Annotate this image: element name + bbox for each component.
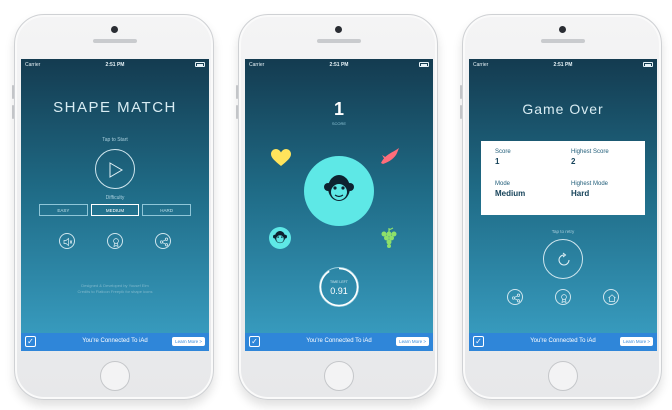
- volume-down-button: [236, 105, 238, 119]
- medal-icon: [561, 294, 567, 303]
- difficulty-medium-button[interactable]: MEDIUM: [90, 204, 140, 216]
- phone-menu: Carrier 2:51 PM SHAPE MATCH Tap to Start…: [12, 14, 214, 400]
- sound-button[interactable]: [59, 233, 75, 249]
- share-button[interactable]: [155, 233, 171, 249]
- target-circle[interactable]: [304, 156, 374, 226]
- status-bar: Carrier 2:51 PM: [245, 59, 433, 71]
- menu-icon-row: [59, 233, 171, 249]
- bird-icon: [381, 148, 399, 164]
- speaker-mute-icon: [63, 237, 73, 247]
- speaker: [541, 39, 585, 43]
- volume-up-button: [236, 85, 238, 99]
- front-camera: [111, 26, 118, 33]
- front-camera: [335, 26, 342, 33]
- volume-up-button: [460, 85, 462, 99]
- battery-icon: [643, 62, 653, 67]
- highest-mode-value: Hard: [571, 189, 590, 198]
- volume-up-button: [12, 85, 14, 99]
- gamecenter-button[interactable]: [555, 289, 571, 305]
- house-icon: [608, 294, 616, 302]
- difficulty-selector: EASY MEDIUM HARD: [39, 204, 192, 216]
- score-label: Score: [495, 149, 511, 155]
- highest-score-label: Highest Score: [571, 149, 609, 155]
- monkey-icon: [324, 175, 354, 201]
- status-bar: Carrier 2:51 PM: [21, 59, 209, 71]
- score-label: SCORE: [331, 121, 347, 126]
- gamecenter-button[interactable]: [107, 233, 123, 249]
- battery-icon: [195, 62, 205, 67]
- iad-banner[interactable]: ✓ You're Connected To iAd Learn More >: [21, 333, 209, 351]
- replay-button[interactable]: [543, 239, 583, 279]
- game-over-title: Game Over: [522, 101, 604, 117]
- medal-icon: [113, 238, 119, 247]
- stage: Carrier 2:51 PM SHAPE MATCH Tap to Start…: [0, 0, 672, 410]
- heart-icon: [271, 149, 291, 166]
- difficulty-hard-button[interactable]: HARD: [142, 204, 192, 216]
- results-card: Score 1 Highest Score 2 Mode Medium High…: [481, 141, 645, 215]
- highest-score-cell: Highest Score 2: [571, 149, 609, 166]
- phone-game-over: Carrier 2:51 PM Game Over Score 1 Highes…: [460, 14, 662, 400]
- credits-line-2: Credits to Flaticon Freepik for shape ic…: [77, 289, 153, 294]
- iad-banner[interactable]: ✓ You're Connected To iAd Learn More >: [245, 333, 433, 351]
- highest-score-value: 2: [571, 157, 576, 166]
- difficulty-label: Difficulty: [105, 195, 125, 201]
- phone-gameplay: Carrier 2:51 PM 1 SCORE TIME LEFT 0.91 ✓…: [236, 14, 438, 400]
- learn-more-button[interactable]: Learn More >: [172, 337, 205, 346]
- learn-more-button[interactable]: Learn More >: [620, 337, 653, 346]
- credits-text: Designed & Developed by Yousef Elm Credi…: [21, 283, 209, 295]
- grapes-shape[interactable]: [379, 227, 399, 254]
- replay-icon: [558, 252, 570, 266]
- timer-label: TIME LEFT: [330, 280, 348, 284]
- home-button[interactable]: [324, 361, 354, 391]
- grapes-icon: [381, 227, 397, 248]
- monkey-small-icon: [273, 231, 287, 244]
- screen-menu: Carrier 2:51 PM SHAPE MATCH Tap to Start…: [21, 59, 209, 351]
- play-icon: [109, 162, 123, 178]
- front-camera: [559, 26, 566, 33]
- screen-gameplay: Carrier 2:51 PM 1 SCORE TIME LEFT 0.91 ✓…: [245, 59, 433, 351]
- score-value: 1: [495, 157, 500, 166]
- clock: 2:51 PM: [553, 62, 573, 68]
- share-icon: [159, 237, 169, 247]
- volume-down-button: [460, 105, 462, 119]
- score-value: 1: [333, 99, 344, 119]
- score-cell: Score 1: [495, 149, 511, 166]
- speaker: [93, 39, 137, 43]
- battery-icon: [419, 62, 429, 67]
- share-button[interactable]: [507, 289, 523, 305]
- game-over-icon-row: [507, 289, 619, 305]
- share-icon: [511, 293, 521, 303]
- learn-more-button[interactable]: Learn More >: [396, 337, 429, 346]
- tap-to-start-label: Tap to Start: [102, 137, 128, 143]
- app-title: SHAPE MATCH: [53, 99, 177, 116]
- clock: 2:51 PM: [105, 62, 125, 68]
- heart-shape[interactable]: [271, 149, 291, 172]
- highest-mode-label: Highest Mode: [571, 181, 609, 187]
- home-menu-button[interactable]: [603, 289, 619, 305]
- highest-mode-cell: Highest Mode Hard: [571, 181, 608, 198]
- timer-value: 0.91: [330, 286, 348, 296]
- iad-banner[interactable]: ✓ You're Connected To iAd Learn More >: [469, 333, 657, 351]
- timer: TIME LEFT 0.91: [319, 267, 359, 307]
- monkey-shape[interactable]: [269, 227, 291, 249]
- bird-shape[interactable]: [379, 147, 401, 172]
- mode-cell: Mode Medium: [495, 181, 525, 198]
- status-bar: Carrier 2:51 PM: [469, 59, 657, 71]
- home-button[interactable]: [100, 361, 130, 391]
- tap-to-retry-label: Tap to retry: [551, 229, 575, 234]
- clock: 2:51 PM: [329, 62, 349, 68]
- mode-label: Mode: [495, 181, 511, 187]
- screen-game-over: Carrier 2:51 PM Game Over Score 1 Highes…: [469, 59, 657, 351]
- play-button[interactable]: [95, 149, 135, 189]
- difficulty-easy-button[interactable]: EASY: [39, 204, 88, 216]
- speaker: [317, 39, 361, 43]
- home-button[interactable]: [548, 361, 578, 391]
- volume-down-button: [12, 105, 14, 119]
- mode-value: Medium: [495, 189, 526, 198]
